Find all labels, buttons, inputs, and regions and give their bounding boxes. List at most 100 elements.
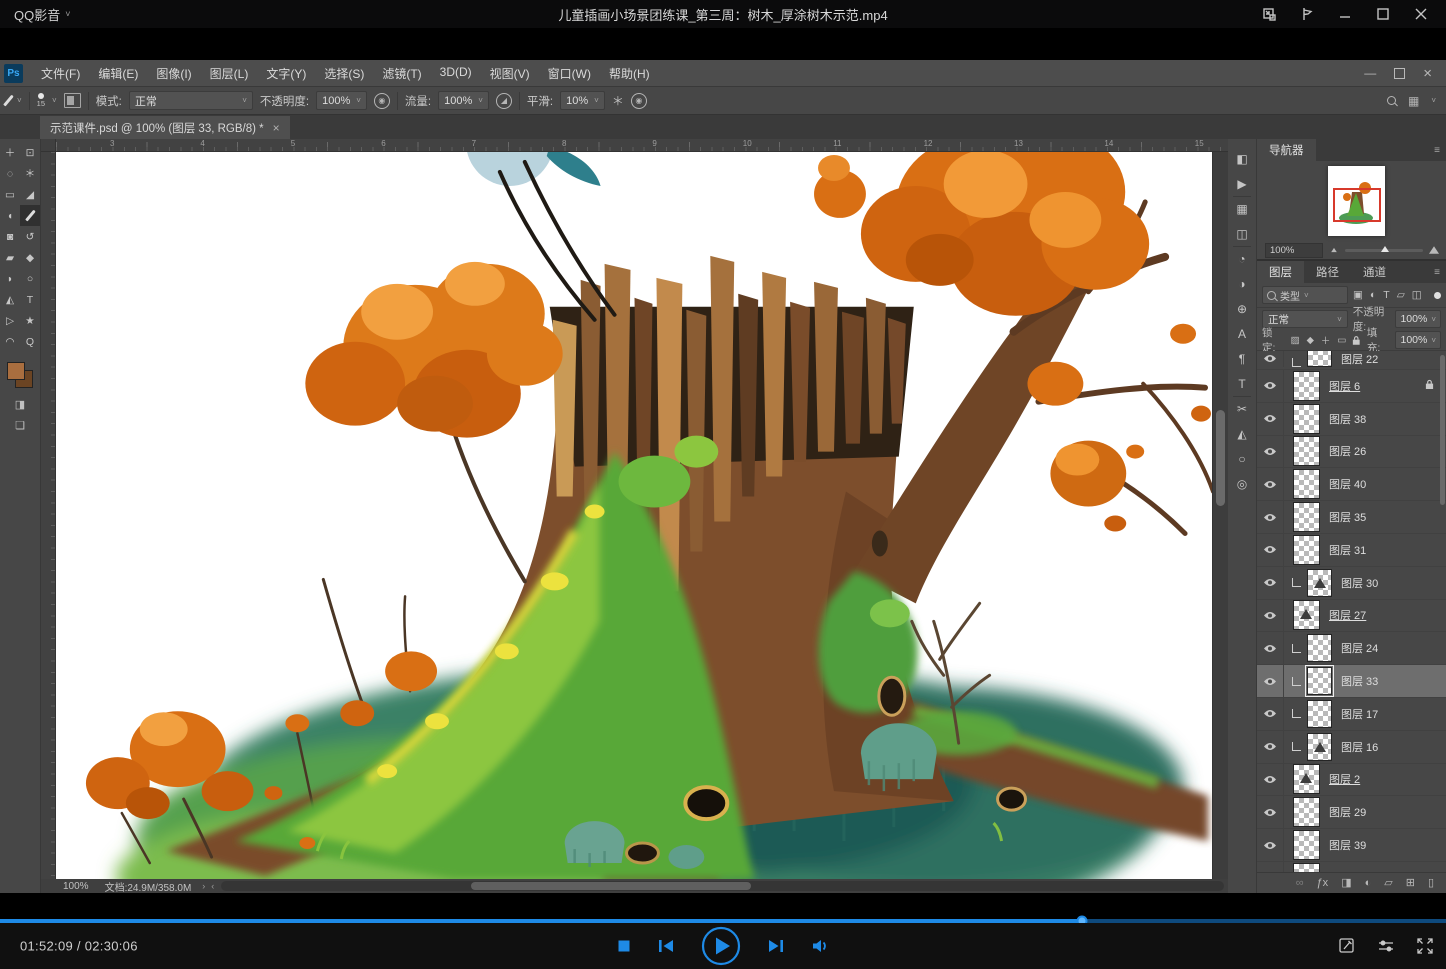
lock-position-icon[interactable]: ＋ — [1321, 333, 1331, 347]
layer-thumbnail[interactable] — [1293, 600, 1320, 630]
screenshot-button[interactable] — [1338, 937, 1356, 955]
smoothing-select[interactable]: 10% ˅ — [560, 91, 605, 110]
group-layers-icon[interactable]: ▱ — [1384, 878, 1392, 889]
layer-visibility-toggle[interactable] — [1257, 534, 1284, 566]
filter-toggle-icon[interactable] — [1434, 292, 1441, 299]
flow-select[interactable]: 100% ˅ — [438, 91, 489, 110]
adjustment-layer-icon[interactable]: ◐ — [1365, 878, 1372, 889]
filter-group-layers-icon[interactable]: ▱ — [1397, 289, 1405, 301]
layer-row[interactable]: 图层 28 — [1257, 862, 1446, 872]
quick-selection-tool[interactable]: ＊ — [20, 163, 40, 184]
ruler-origin[interactable] — [41, 139, 56, 152]
layer-visibility-toggle[interactable] — [1257, 436, 1284, 468]
lock-artboard-icon[interactable]: ▭ — [1337, 335, 1346, 346]
menu-item-6[interactable]: 滤镜(T) — [373, 65, 430, 82]
layer-thumbnail[interactable] — [1307, 351, 1332, 367]
lock-icon[interactable] — [1352, 335, 1361, 346]
layer-visibility-toggle[interactable] — [1257, 370, 1284, 402]
filter-type-layers-icon[interactable]: T — [1383, 289, 1389, 301]
layer-row[interactable]: 图层 16 — [1257, 731, 1446, 764]
layer-thumbnail[interactable] — [1307, 634, 1332, 662]
layer-row[interactable]: 图层 33 — [1257, 665, 1446, 698]
layer-fill-select[interactable]: 100% ˅ — [1395, 331, 1441, 349]
lock-paint-icon[interactable]: ◆ — [1307, 335, 1314, 346]
layer-visibility-toggle[interactable] — [1257, 632, 1284, 664]
layer-name[interactable]: 图层 30 — [1341, 575, 1378, 591]
status-zoom-level[interactable]: 100% — [55, 881, 97, 892]
layer-opacity-select[interactable]: 100% ˅ — [1395, 310, 1441, 328]
layer-row[interactable]: 图层 27 — [1257, 600, 1446, 633]
menu-item-0[interactable]: 文件(F) — [32, 65, 89, 82]
layer-name[interactable]: 图层 28 — [1329, 870, 1366, 872]
layer-thumbnail[interactable] — [1293, 469, 1320, 499]
move-tool[interactable]: ＋ — [0, 142, 20, 163]
tab-navigator[interactable]: 导航器 — [1257, 139, 1316, 161]
layer-thumbnail[interactable] — [1307, 569, 1332, 597]
fullscreen-button[interactable] — [1416, 937, 1434, 955]
always-on-top-button[interactable] — [1292, 2, 1322, 26]
tab-路径[interactable]: 路径 — [1304, 261, 1351, 283]
layer-thumbnail[interactable] — [1307, 733, 1332, 761]
search-icon[interactable] — [1387, 96, 1396, 105]
layer-thumbnail[interactable] — [1307, 667, 1332, 695]
layer-visibility-toggle[interactable] — [1257, 764, 1284, 796]
clone-source-icon[interactable]: ⊕ — [1237, 303, 1247, 315]
adjustments-icon[interactable]: ◔ — [1238, 253, 1245, 265]
navigator-view-box[interactable] — [1333, 188, 1381, 222]
next-button[interactable] — [767, 938, 785, 954]
quick-mask-icon[interactable]: ◨ — [15, 398, 25, 411]
layer-name[interactable]: 图层 38 — [1329, 411, 1366, 427]
layer-thumbnail[interactable] — [1293, 436, 1320, 466]
layer-row[interactable]: 图层 38 — [1257, 403, 1446, 436]
zoom-in-icon[interactable] — [1429, 246, 1439, 254]
layer-visibility-toggle[interactable] — [1257, 698, 1284, 730]
layer-row[interactable]: 图层 24 — [1257, 632, 1446, 665]
menu-item-4[interactable]: 文字(Y) — [257, 65, 315, 82]
layer-visibility-toggle[interactable] — [1257, 796, 1284, 828]
volume-button[interactable] — [811, 938, 829, 954]
shape-tool[interactable]: ★ — [20, 310, 40, 331]
status-popup-icon[interactable]: › — [199, 881, 208, 891]
menu-item-1[interactable]: 编辑(E) — [89, 65, 147, 82]
gear-icon[interactable]: ＊ — [612, 92, 624, 109]
layer-row[interactable]: 图层 2 — [1257, 764, 1446, 797]
libraries-icon[interactable]: ◫ — [1236, 228, 1247, 240]
play-button[interactable] — [701, 926, 741, 966]
opacity-select[interactable]: 100% ˅ — [316, 91, 367, 110]
fill-icon[interactable]: ◑ — [1238, 278, 1245, 290]
ps-minimize-button[interactable]: — — [1364, 66, 1376, 80]
layer-visibility-toggle[interactable] — [1257, 731, 1284, 763]
layer-row[interactable]: 图层 6 — [1257, 370, 1446, 403]
layer-row[interactable]: 图层 30 — [1257, 567, 1446, 600]
layer-thumbnail[interactable] — [1307, 700, 1332, 728]
active-tool-brush-icon[interactable] — [3, 95, 14, 107]
layer-row[interactable]: 图层 35 — [1257, 501, 1446, 534]
status-popup-icon[interactable]: ‹ — [208, 881, 217, 891]
previous-button[interactable] — [657, 938, 675, 954]
horizontal-scrollbar[interactable] — [221, 881, 1224, 891]
filter-smart-objects-icon[interactable]: ◫ — [1412, 289, 1422, 301]
layer-row[interactable]: 图层 31 — [1257, 534, 1446, 567]
chevron-down-icon[interactable]: ˅ — [1431, 96, 1436, 105]
zoom-tool[interactable]: Q — [20, 331, 40, 352]
layer-effects-icon[interactable]: ƒx — [1317, 878, 1329, 889]
navigator-zoom-slider[interactable] — [1345, 249, 1423, 252]
layer-row[interactable]: 图层 39 — [1257, 829, 1446, 862]
history-brush-tool[interactable]: ↺ — [20, 226, 40, 247]
path-select-tool[interactable]: ▷ — [0, 310, 20, 331]
screen-mode-icon[interactable]: ❏ — [15, 419, 25, 432]
layer-name[interactable]: 图层 16 — [1341, 739, 1378, 755]
filter-pixel-layers-icon[interactable]: ▣ — [1353, 289, 1363, 301]
tab-close-icon[interactable]: × — [273, 121, 280, 135]
horizontal-scrollbar-thumb[interactable] — [471, 882, 751, 890]
layer-name[interactable]: 图层 29 — [1329, 804, 1366, 820]
layer-row[interactable]: 图层 17 — [1257, 698, 1446, 731]
menu-item-7[interactable]: 3D(D) — [431, 65, 481, 82]
layer-visibility-toggle[interactable] — [1257, 567, 1284, 599]
tab-通道[interactable]: 通道 — [1351, 261, 1398, 283]
ps-close-button[interactable]: × — [1423, 65, 1432, 82]
layer-name[interactable]: 图层 33 — [1341, 673, 1378, 689]
layer-row[interactable]: 图层 29 — [1257, 796, 1446, 829]
navigator-thumbnail[interactable] — [1328, 166, 1385, 236]
menu-item-3[interactable]: 图层(L) — [201, 65, 258, 82]
